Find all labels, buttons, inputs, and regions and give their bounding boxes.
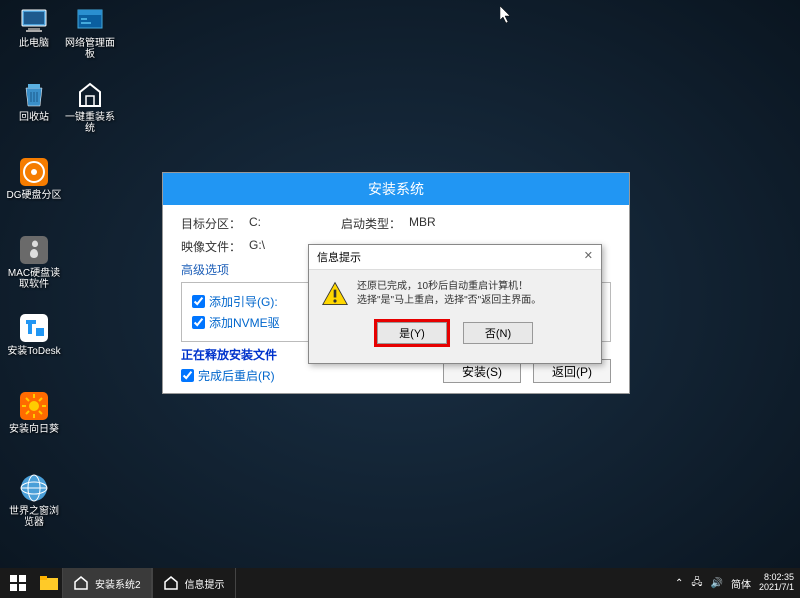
house-icon bbox=[73, 575, 89, 591]
start-button[interactable] bbox=[0, 568, 36, 598]
panel-icon bbox=[74, 4, 106, 36]
system-tray: ⌃ 🖧 🔊 简体 8:02:35 2021/7/1 bbox=[675, 573, 800, 593]
dialog-no-button[interactable]: 否(N) bbox=[463, 322, 533, 344]
desktop-icon-browser[interactable]: 世界之窗浏览器 bbox=[6, 472, 62, 528]
dialog-titlebar[interactable]: 信息提示 ✕ bbox=[309, 245, 601, 270]
mouse-cursor bbox=[500, 6, 512, 24]
mac-icon bbox=[18, 234, 50, 266]
desktop-icon-mac-disk[interactable]: MAC硬盘读取软件 bbox=[6, 234, 62, 290]
tray-chevron-icon[interactable]: ⌃ bbox=[675, 578, 683, 589]
desktop-icon-label: 一键重装系统 bbox=[62, 112, 118, 134]
desktop-icon-label: 安装向日葵 bbox=[6, 424, 62, 435]
recycle-icon bbox=[18, 78, 50, 110]
restart-after-checkbox[interactable] bbox=[181, 369, 194, 382]
target-partition-value: C: bbox=[249, 215, 261, 232]
dialog-msg-line2: 选择"是"马上重启，选择"否"返回主界面。 bbox=[357, 294, 541, 308]
dg-icon bbox=[18, 156, 50, 188]
desktop-icon-label: 世界之窗浏览器 bbox=[6, 506, 62, 528]
pc-icon bbox=[18, 4, 50, 36]
dialog-title-text: 信息提示 bbox=[317, 249, 361, 265]
taskbar-item-label: 信息提示 bbox=[185, 576, 225, 591]
house-icon bbox=[163, 575, 179, 591]
desktop-icon-sunflower[interactable]: 安装向日葵 bbox=[6, 390, 62, 435]
taskbar-item-label: 安装系统2 bbox=[95, 576, 141, 591]
taskbar-explorer-icon[interactable] bbox=[36, 568, 62, 598]
installer-titlebar[interactable]: 安装系统 bbox=[163, 173, 629, 205]
desktop-icon-label: 网络管理面板 bbox=[62, 38, 118, 60]
desktop-icon-label: 安装ToDesk bbox=[6, 346, 62, 357]
taskbar-item-installer[interactable]: 安装系统2 bbox=[62, 568, 152, 598]
image-file-value: G:\ bbox=[249, 238, 265, 255]
dialog-close-button[interactable]: ✕ bbox=[584, 249, 593, 265]
add-boot-label: 添加引导(G): bbox=[209, 293, 278, 310]
warning-icon bbox=[321, 280, 349, 308]
tray-network-icon[interactable]: 🖧 bbox=[691, 575, 702, 592]
tray-clock[interactable]: 8:02:35 2021/7/1 bbox=[759, 573, 794, 593]
desktop-icon-recycle-bin[interactable]: 回收站 bbox=[6, 78, 62, 123]
desktop-icon-this-pc[interactable]: 此电脑 bbox=[6, 4, 62, 49]
add-nvme-checkbox[interactable] bbox=[192, 316, 205, 329]
info-dialog: 信息提示 ✕ 还原已完成，10秒后自动重启计算机！ 选择"是"马上重启，选择"否… bbox=[308, 244, 602, 364]
taskbar-item-dialog[interactable]: 信息提示 bbox=[152, 568, 236, 598]
desktop-icon-dg-partition[interactable]: DG硬盘分区 bbox=[6, 156, 62, 201]
tray-ime-label[interactable]: 简体 bbox=[731, 576, 751, 591]
image-file-label: 映像文件： bbox=[181, 238, 249, 255]
add-boot-checkbox[interactable] bbox=[192, 295, 205, 308]
browser-icon bbox=[18, 472, 50, 504]
sunflower-icon bbox=[18, 390, 50, 422]
reinstall-icon bbox=[74, 78, 106, 110]
todesk-icon bbox=[18, 312, 50, 344]
target-partition-label: 目标分区： bbox=[181, 215, 249, 232]
boot-type-label: 启动类型： bbox=[341, 215, 409, 232]
desktop-icon-label: 回收站 bbox=[6, 112, 62, 123]
desktop-icon-label: 此电脑 bbox=[6, 38, 62, 49]
taskbar: 安装系统2 信息提示 ⌃ 🖧 🔊 简体 8:02:35 2021/7/1 bbox=[0, 568, 800, 598]
dialog-message: 还原已完成，10秒后自动重启计算机！ 选择"是"马上重启，选择"否"返回主界面。 bbox=[357, 280, 541, 308]
boot-type-value: MBR bbox=[409, 215, 436, 232]
desktop-icon-network-panel[interactable]: 网络管理面板 bbox=[62, 4, 118, 60]
desktop-icon-label: MAC硬盘读取软件 bbox=[6, 268, 62, 290]
tray-date: 2021/7/1 bbox=[759, 583, 794, 593]
desktop-icon-todesk[interactable]: 安装ToDesk bbox=[6, 312, 62, 357]
dialog-msg-line1: 还原已完成，10秒后自动重启计算机！ bbox=[357, 280, 541, 294]
add-nvme-label: 添加NVME驱 bbox=[209, 314, 280, 331]
desktop-icon-reinstall[interactable]: 一键重装系统 bbox=[62, 78, 118, 134]
tray-volume-icon[interactable]: 🔊 bbox=[711, 578, 723, 589]
desktop-icon-label: DG硬盘分区 bbox=[6, 190, 62, 201]
dialog-yes-button[interactable]: 是(Y) bbox=[377, 322, 447, 344]
restart-after-label: 完成后重启(R) bbox=[198, 367, 275, 384]
